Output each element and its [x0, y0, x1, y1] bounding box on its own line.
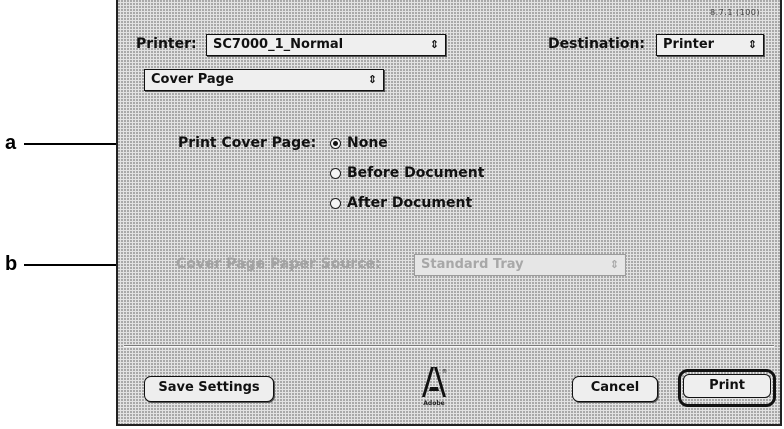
print-button-label: Print [683, 374, 771, 398]
destination-popup-value: Printer [663, 37, 715, 52]
print-cover-page-label: Print Cover Page: [178, 135, 317, 151]
adobe-wordmark: Adobe [423, 400, 445, 407]
radio-label: After Document [347, 195, 473, 211]
callout-a: a [5, 132, 17, 154]
paper-source-popup-value: Standard Tray [421, 257, 524, 272]
printer-popup[interactable]: SC7000_1_Normal ⇕ [206, 34, 446, 56]
panel-popup[interactable]: Cover Page ⇕ [144, 69, 384, 91]
updown-arrow-icon: ⇕ [429, 38, 439, 51]
radio-before-document[interactable]: Before Document [330, 165, 484, 181]
cover-paper-source-label: Cover Page Paper Source: [176, 256, 381, 272]
svg-text:®: ® [442, 368, 447, 375]
save-settings-button[interactable]: Save Settings [144, 376, 274, 402]
print-dialog: 8.7.1 (100) Printer: SC7000_1_Normal ⇕ D… [116, 0, 782, 426]
updown-arrow-icon: ⇕ [367, 73, 377, 86]
cancel-button[interactable]: Cancel [572, 376, 658, 402]
radio-button[interactable] [330, 167, 341, 179]
printer-popup-value: SC7000_1_Normal [213, 37, 344, 52]
radio-label: Before Document [347, 165, 485, 181]
destination-label: Destination: [548, 36, 646, 52]
adobe-logo: ® Adobe [418, 365, 450, 409]
panel-popup-value: Cover Page [151, 72, 234, 87]
adobe-icon: ® [422, 367, 447, 397]
version-label: 8.7.1 (100) [710, 8, 760, 17]
printer-label: Printer: [136, 36, 197, 52]
radio-label: None [347, 135, 388, 151]
radio-none[interactable]: None [330, 135, 388, 151]
callout-b: b [5, 253, 18, 275]
paper-source-popup[interactable]: Standard Tray ⇕ [414, 254, 626, 276]
footer-divider [124, 345, 774, 347]
updown-arrow-icon: ⇕ [747, 38, 757, 51]
radio-button[interactable] [330, 197, 341, 209]
radio-after-document[interactable]: After Document [330, 195, 472, 211]
radio-button[interactable] [330, 137, 341, 149]
destination-popup[interactable]: Printer ⇕ [656, 34, 764, 56]
updown-arrow-icon: ⇕ [609, 258, 619, 271]
print-button[interactable]: Print [678, 369, 776, 407]
